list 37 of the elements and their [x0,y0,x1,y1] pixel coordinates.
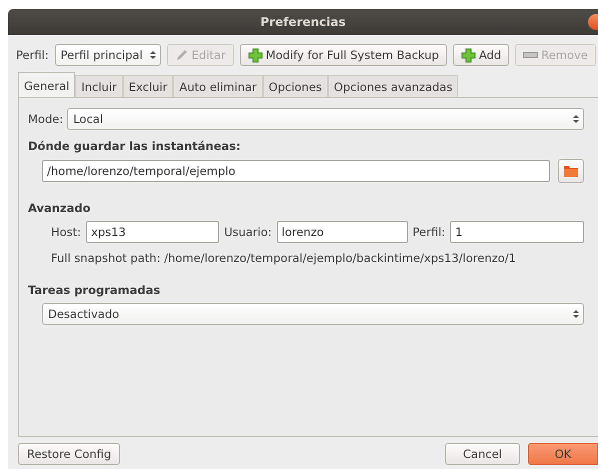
snapshot-path-text: Full snapshot path: /home/lorenzo/temporal/ejemplo/backintime/xps13/lorenzo/1 [50,251,517,265]
tab[interactable]: Opciones [262,75,328,97]
mode-dropdown[interactable]: Local [67,108,584,130]
host-field[interactable]: xps13 [86,221,220,243]
section-heading: Tareas programadas [28,283,162,297]
dialog-button[interactable]: Cancel [445,443,520,465]
path-field[interactable]: /home/lorenzo/temporal/ejemplo [42,160,550,182]
minus-icon [523,52,538,58]
tab[interactable]: General [18,72,76,97]
toolbar-button[interactable]: Modify for Full System Backup [240,44,447,66]
profile-dropdown[interactable]: Perfil principal [54,44,161,66]
pencil-icon [174,48,189,62]
tab[interactable]: Auto eliminar [173,75,263,97]
plus-icon [248,48,263,62]
schedule-dropdown[interactable]: Desactivado [42,303,584,325]
section-heading: Avanzado [28,201,92,215]
dialog-button[interactable]: OK [528,443,598,465]
spinner-arrows-icon [150,50,156,60]
tab[interactable]: Incluir [75,75,123,97]
dialog-button[interactable]: Restore Config [18,443,120,465]
host-label: Host: [51,225,82,239]
profile-label: Perfil: [16,48,49,62]
profile-field[interactable]: 1 [450,221,584,243]
tab[interactable]: Opciones avanzadas [328,75,458,97]
window-title: Preferencias [260,15,346,29]
spinner-arrows-icon [573,309,579,319]
tab[interactable]: Excluir [122,75,174,97]
mode-label: Mode: [28,112,64,126]
browse-button[interactable] [558,159,584,183]
plus-icon [460,48,476,62]
toolbar-button[interactable]: Add [452,44,510,66]
profile-label: Perfil: [412,225,446,239]
spinner-arrows-icon [573,114,579,124]
user-field[interactable]: lorenzo [276,221,408,243]
user-label: Usuario: [224,225,272,239]
section-heading: Dónde guardar las instantáneas: [28,139,242,153]
folder-icon [564,165,578,177]
